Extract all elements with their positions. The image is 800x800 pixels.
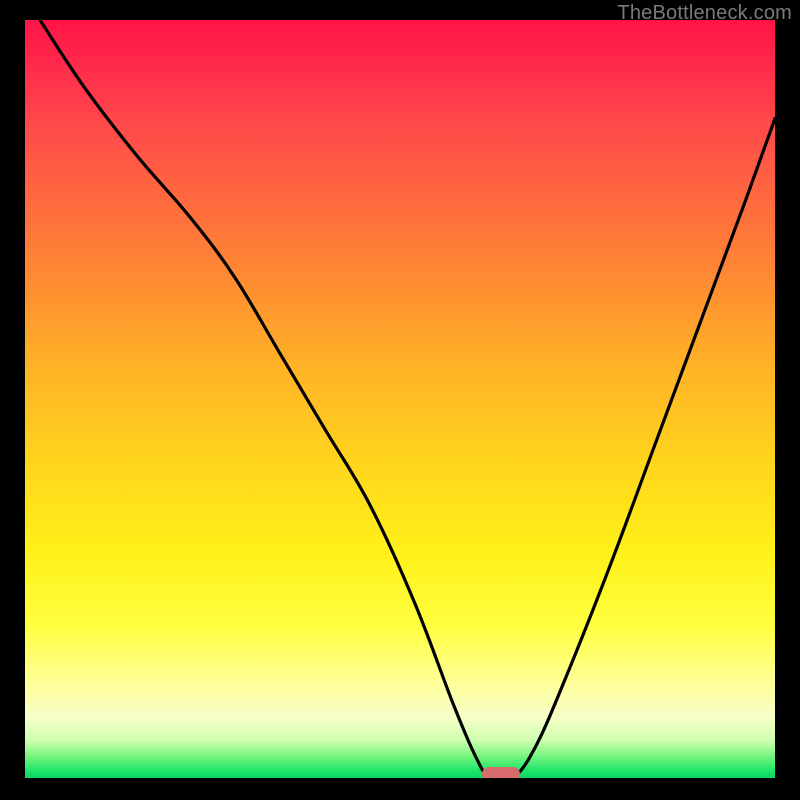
min-marker — [482, 767, 520, 778]
plot-area — [25, 20, 775, 778]
chart-container: TheBottleneck.com — [0, 0, 800, 800]
curve-svg — [25, 20, 775, 778]
bottleneck-curve — [40, 20, 775, 778]
